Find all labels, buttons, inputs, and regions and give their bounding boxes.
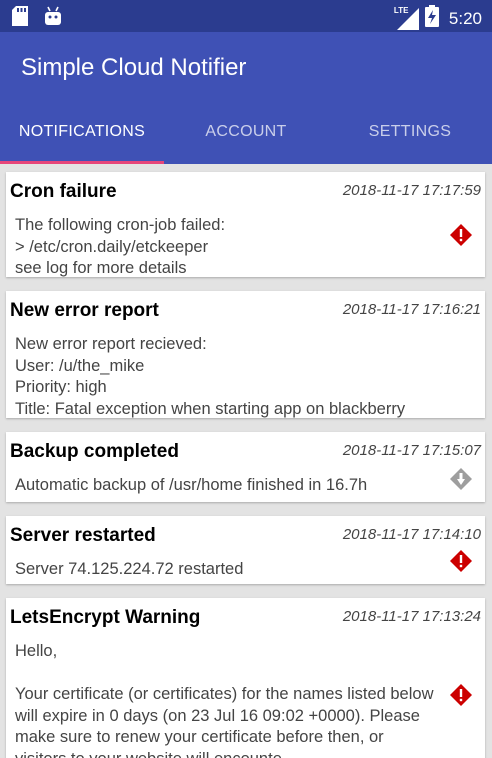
lte-signal-icon: LTE	[393, 5, 419, 30]
sd-card-icon	[12, 6, 28, 31]
notification-body: The following cron-job failed: > /etc/cr…	[15, 216, 226, 277]
notification-body: Server 74.125.224.72 restarted	[15, 560, 244, 578]
app-bar: Simple Cloud Notifier NOTIFICATIONS ACCO…	[0, 32, 492, 164]
notification-timestamp: 2018-11-17 17:15:07	[342, 442, 481, 459]
status-bar: LTE 5:20	[0, 0, 492, 32]
error-diamond-icon	[450, 224, 472, 246]
tab-bar: NOTIFICATIONS ACCOUNT SETTINGS	[0, 100, 492, 164]
notification-timestamp: 2018-11-17 17:16:21	[342, 301, 481, 318]
tab-account[interactable]: ACCOUNT	[164, 100, 328, 164]
app-title: Simple Cloud Notifier	[21, 54, 247, 81]
battery-charging-icon	[424, 5, 439, 32]
notification-body: Hello, Your certificate (or certificates…	[15, 642, 434, 758]
notification-timestamp: 2018-11-17 17:17:59	[342, 182, 481, 199]
network-type-label: LTE	[393, 5, 409, 15]
notification-timestamp: 2018-11-17 17:14:10	[342, 526, 481, 543]
notification-card[interactable]: Cron failure 2018-11-17 17:17:59 The fol…	[6, 172, 485, 277]
notification-list[interactable]: Cron failure 2018-11-17 17:17:59 The fol…	[0, 164, 492, 758]
android-icon	[44, 6, 62, 31]
low-priority-diamond-icon	[450, 468, 472, 490]
notification-body: Automatic backup of /usr/home finished i…	[15, 476, 368, 494]
notification-title: Server restarted	[10, 525, 156, 546]
notification-card[interactable]: New error report 2018-11-17 17:16:21 New…	[6, 291, 485, 418]
notification-card[interactable]: Server restarted 2018-11-17 17:14:10 Ser…	[6, 516, 485, 584]
tab-settings[interactable]: SETTINGS	[328, 100, 492, 164]
notification-title: New error report	[10, 300, 159, 321]
error-diamond-icon	[450, 684, 472, 706]
tab-notifications[interactable]: NOTIFICATIONS	[0, 100, 164, 164]
notification-title: LetsEncrypt Warning	[10, 607, 201, 628]
notification-title: Backup completed	[10, 441, 179, 462]
notification-title: Cron failure	[10, 181, 117, 202]
error-diamond-icon	[450, 550, 472, 572]
notification-timestamp: 2018-11-17 17:13:24	[342, 608, 481, 625]
notification-card[interactable]: LetsEncrypt Warning 2018-11-17 17:13:24 …	[6, 598, 485, 758]
status-time: 5:20	[448, 8, 482, 28]
notification-card[interactable]: Backup completed 2018-11-17 17:15:07 Aut…	[6, 432, 485, 502]
notification-body: New error report recieved: User: /u/the_…	[15, 335, 406, 418]
